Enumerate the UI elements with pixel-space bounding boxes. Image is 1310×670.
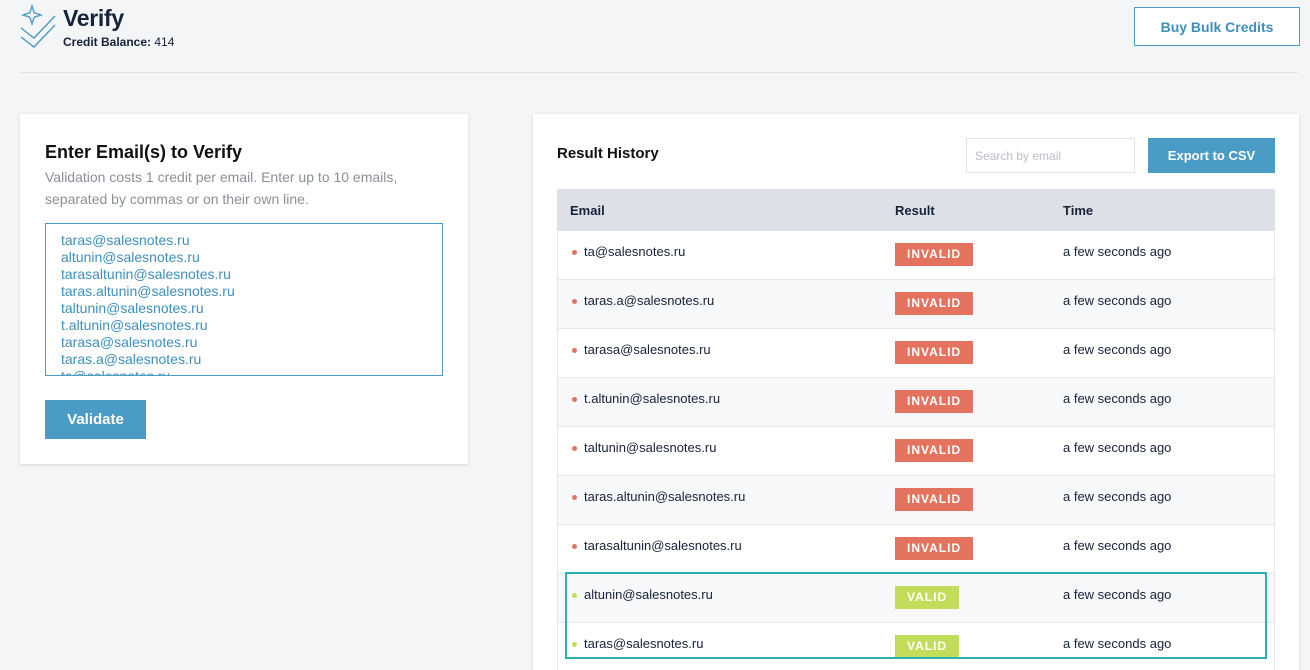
email-entry-line: tarasa@salesnotes.ru: [61, 334, 198, 350]
email-entry-line: ta@salesnotes.ru: [61, 368, 171, 376]
row-email: taltunin@salesnotes.ru: [584, 440, 717, 455]
row-email: taras@salesnotes.ru: [584, 636, 704, 651]
result-history-card: Result History Export to CSV Email Resul…: [533, 114, 1299, 670]
table-row: tarasaltunin@salesnotes.ru INVALID a few s…: [557, 525, 1275, 574]
row-time: a few seconds ago: [1063, 489, 1172, 504]
header-divider: [20, 72, 1298, 73]
result-history-title: Result History: [557, 145, 659, 162]
table-row: t.altunin@salesnotes.ru INVALID a few seco…: [557, 378, 1275, 427]
row-email: t.altunin@salesnotes.ru: [584, 391, 721, 406]
email-entry-line: altunin@salesnotes.ru: [61, 249, 200, 265]
table-row: ta@salesnotes.ru INVALID a few seconds ago: [557, 231, 1275, 280]
table-row: tarasa@salesnotes.ru INVALID a few seconds…: [557, 329, 1275, 378]
row-time: a few seconds ago: [1063, 587, 1172, 602]
table-row: taras.a@salesnotes.ru INVALID a few second…: [557, 280, 1275, 329]
table-body: ta@salesnotes.ru INVALID a few seconds ago…: [557, 231, 1275, 670]
table-row: taltunin@salesnotes.ru INVALID a few secon…: [557, 427, 1275, 476]
row-time: a few seconds ago: [1063, 440, 1172, 455]
status-dot-icon: [572, 397, 577, 402]
row-time: a few seconds ago: [1063, 538, 1172, 553]
status-dot-icon: [572, 250, 577, 255]
column-header-result: Result: [895, 203, 935, 218]
status-dot-icon: [572, 299, 577, 304]
row-time: a few seconds ago: [1063, 391, 1172, 406]
result-badge: INVALID: [895, 537, 974, 560]
result-badge: VALID: [895, 586, 960, 609]
result-table: Email Result Time ta@salesnotes.ru INVALI…: [557, 189, 1275, 670]
row-email: altunin@salesnotes.ru: [584, 587, 713, 602]
status-dot-icon: [572, 642, 577, 647]
status-dot-icon: [572, 495, 577, 500]
row-time: a few seconds ago: [1063, 342, 1172, 357]
row-time: a few seconds ago: [1063, 636, 1172, 651]
row-email: taras.altunin@salesnotes.ru: [584, 489, 746, 504]
email-entry-line: taltunin@salesnotes.ru: [61, 300, 204, 316]
buy-bulk-credits-button[interactable]: Buy Bulk Credits: [1134, 7, 1300, 46]
credit-balance-value: 414: [154, 35, 175, 49]
search-by-email-input[interactable]: [966, 138, 1135, 173]
column-header-email: Email: [570, 203, 605, 218]
result-badge: VALID: [895, 635, 960, 658]
page-title: Verify: [63, 5, 124, 31]
status-dot-icon: [572, 348, 577, 353]
result-badge: INVALID: [895, 292, 974, 315]
top-bar: Verify Credit Balance: 414 Buy Bulk Cred…: [0, 0, 1310, 74]
result-badge: INVALID: [895, 243, 974, 266]
result-badge: INVALID: [895, 488, 974, 511]
status-dot-icon: [572, 593, 577, 598]
result-badge: INVALID: [895, 390, 974, 413]
result-badge: INVALID: [895, 341, 974, 364]
status-dot-icon: [572, 446, 577, 451]
email-entry-line: taras.altunin@salesnotes.ru: [61, 283, 235, 299]
email-entry-line: t.altunin@salesnotes.ru: [61, 317, 208, 333]
table-header: Email Result Time: [557, 189, 1275, 231]
result-badge: INVALID: [895, 439, 974, 462]
email-entry-line: taras.a@salesnotes.ru: [61, 351, 202, 367]
credit-balance: Credit Balance: 414: [63, 35, 174, 49]
verify-card: Enter Email(s) to Verify Validation cost…: [20, 114, 468, 464]
row-time: a few seconds ago: [1063, 293, 1172, 308]
verify-card-description: Validation costs 1 credit per email. Ent…: [45, 169, 398, 207]
verify-logo-icon: [20, 4, 56, 48]
table-row: taras@salesnotes.ru VALID a few seconds ag…: [557, 623, 1275, 670]
status-dot-icon: [572, 544, 577, 549]
verify-card-title: Enter Email(s) to Verify: [45, 142, 243, 162]
row-email: ta@salesnotes.ru: [584, 244, 686, 259]
table-row: taras.altunin@salesnotes.ru INVALID a few …: [557, 476, 1275, 525]
credit-balance-label: Credit Balance:: [63, 35, 152, 49]
row-email: tarasaltunin@salesnotes.ru: [584, 538, 742, 553]
validate-button[interactable]: Validate: [45, 400, 146, 439]
email-entry-line: taras@salesnotes.ru: [61, 232, 190, 248]
row-email: tarasa@salesnotes.ru: [584, 342, 711, 357]
email-entry-line: tarasaltunin@salesnotes.ru: [61, 266, 231, 282]
row-email: taras.a@salesnotes.ru: [584, 293, 715, 308]
row-time: a few seconds ago: [1063, 244, 1172, 259]
table-row: altunin@salesnotes.ru VALID a few seconds …: [557, 574, 1275, 623]
column-header-time: Time: [1063, 203, 1094, 218]
emails-textarea[interactable]: taras@salesnotes.ru altunin@salesnotes.ru…: [45, 223, 443, 376]
export-csv-button[interactable]: Export to CSV: [1148, 138, 1275, 173]
